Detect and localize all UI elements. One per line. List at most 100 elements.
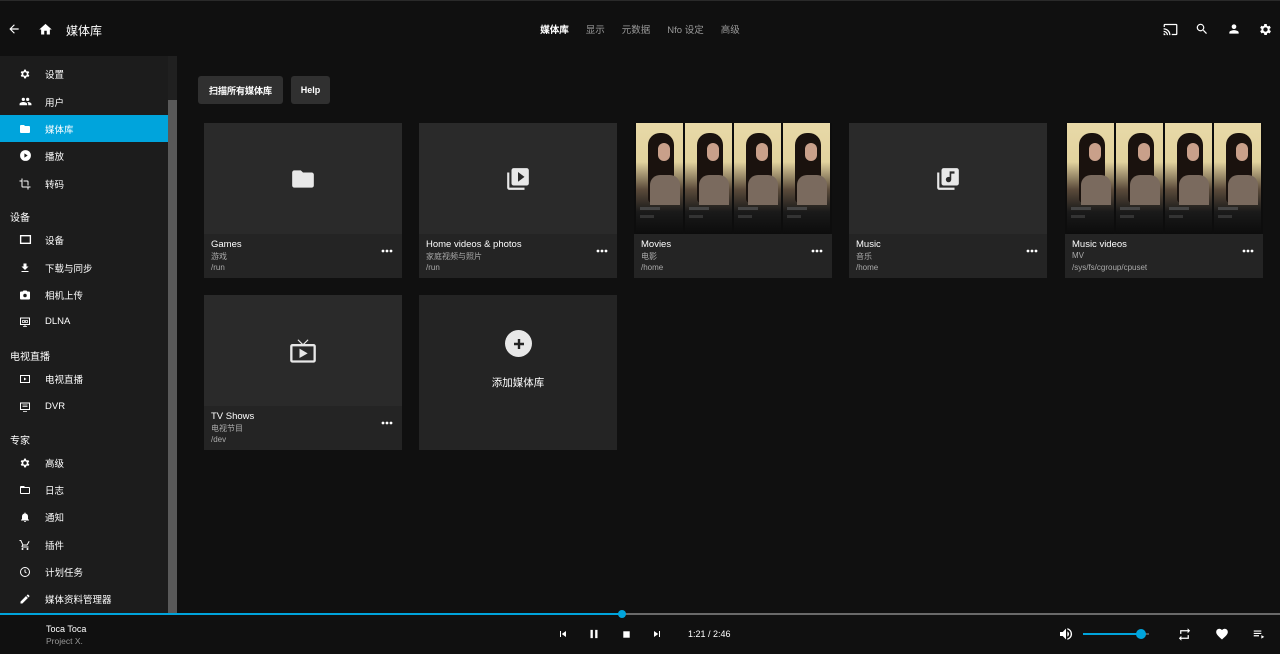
sidebar-item-label: 播放	[45, 151, 65, 163]
more-options-icon[interactable]	[595, 246, 609, 256]
sidebar-item-logs[interactable]: 日志	[0, 476, 168, 503]
sidebar-item-settings[interactable]: 设置	[0, 60, 168, 87]
more-options-icon[interactable]	[380, 246, 394, 256]
sidebar-item-label: DVR	[45, 401, 66, 412]
volume-slider[interactable]	[1083, 629, 1149, 639]
tv-icon	[289, 337, 317, 365]
previous-track-icon[interactable]	[555, 626, 571, 642]
sidebar-item-label: 通知	[45, 512, 65, 524]
stop-icon[interactable]	[618, 626, 634, 642]
library-title: Movies	[641, 239, 672, 250]
more-options-icon[interactable]	[1241, 246, 1255, 256]
library-type: 电影	[641, 252, 657, 261]
library-card-movies[interactable]: Movies 电影 /home	[634, 123, 832, 278]
page-title: 媒体库	[66, 24, 103, 38]
sidebar-item-download-sync[interactable]: 下载与同步	[0, 254, 168, 281]
sidebar-item-label: 计划任务	[45, 567, 84, 579]
sidebar-item-plugins[interactable]: 插件	[0, 531, 168, 558]
library-image	[204, 295, 402, 406]
sidebar-item-label: 设置	[45, 69, 65, 81]
now-playing-artist[interactable]: Project X.	[46, 636, 83, 646]
folder-icon	[18, 122, 32, 136]
library-path: /run	[426, 263, 440, 272]
sidebar-item-advanced[interactable]: 高级	[0, 449, 168, 476]
sidebar-item-label: 用户	[45, 97, 65, 109]
add-library-card[interactable]: 添加媒体库	[419, 295, 617, 450]
library-type: 家庭视频与照片	[426, 252, 482, 261]
home-icon[interactable]	[35, 19, 55, 39]
search-icon[interactable]	[1192, 19, 1212, 39]
movie-poster-strip	[636, 123, 830, 234]
tab-metadata[interactable]: 元数据	[622, 22, 651, 36]
sidebar-item-label: 高级	[45, 458, 65, 470]
favorite-heart-icon[interactable]	[1214, 626, 1230, 642]
sidebar-item-camera-upload[interactable]: 相机上传	[0, 281, 168, 308]
settings-icon[interactable]	[1255, 19, 1275, 39]
sidebar-item-label: 相机上传	[45, 290, 84, 302]
tab-library[interactable]: 媒体库	[540, 22, 569, 36]
sidebar-item-label: 媒体库	[45, 124, 74, 136]
more-options-icon[interactable]	[380, 418, 394, 428]
more-options-icon[interactable]	[1025, 246, 1039, 256]
help-button[interactable]: Help	[291, 76, 330, 104]
library-card-music[interactable]: Music 音乐 /home	[849, 123, 1047, 278]
sidebar-item-dvr[interactable]: DVR	[0, 393, 168, 420]
sidebar-item-playback[interactable]: 播放	[0, 142, 168, 169]
library-path: /sys/fs/cgroup/cpuset	[1072, 263, 1148, 272]
library-path: /run	[211, 263, 225, 272]
library-card-music-videos[interactable]: Music videos MV /sys/fs/cgroup/cpuset	[1065, 123, 1263, 278]
repeat-icon[interactable]	[1176, 626, 1192, 642]
library-card-tv-shows[interactable]: TV Shows 电视节目 /dev	[204, 295, 402, 450]
library-info: Music 音乐 /home	[849, 234, 1047, 278]
sidebar-item-scheduled-tasks[interactable]: 计划任务	[0, 558, 168, 585]
library-type: MV	[1072, 251, 1084, 260]
tab-advanced[interactable]: 高级	[721, 22, 740, 36]
progress-fill	[0, 613, 623, 615]
playback-time: 1:21 / 2:46	[688, 629, 731, 639]
library-title: TV Shows	[211, 411, 255, 422]
sidebar-item-devices[interactable]: 设备	[0, 226, 168, 253]
library-card-games[interactable]: Games 游戏 /run	[204, 123, 402, 278]
add-library-label: 添加媒体库	[491, 377, 545, 389]
play-circle-icon	[18, 149, 32, 163]
library-card-home-videos[interactable]: Home videos & photos 家庭视频与照片 /run	[419, 123, 617, 278]
sidebar-item-users[interactable]: 用户	[0, 88, 168, 115]
sidebar-item-library[interactable]: 媒体库	[0, 115, 168, 142]
sidebar-item-live-tv[interactable]: 电视直播	[0, 365, 168, 392]
library-image	[634, 123, 832, 234]
playback-progress-slider[interactable]	[0, 610, 1280, 618]
sidebar-item-metadata-manager[interactable]: 媒体资料管理器	[0, 585, 168, 612]
back-arrow-icon[interactable]	[4, 19, 24, 39]
tab-nfo-settings[interactable]: Nfo 设定	[667, 22, 703, 36]
dvr-icon	[18, 400, 32, 414]
next-track-icon[interactable]	[649, 626, 665, 642]
sidebar-scrollbar[interactable]	[168, 56, 177, 614]
queue-list-icon[interactable]	[1251, 626, 1267, 642]
sidebar-item-transcode[interactable]: 转码	[0, 170, 168, 197]
volume-icon[interactable]	[1058, 626, 1074, 642]
library-image	[1065, 123, 1263, 234]
scan-all-libraries-button[interactable]: 扫描所有媒体库	[198, 76, 283, 104]
app-header: 媒体库 媒体库 显示 元数据 Nfo 设定 高级	[0, 0, 1280, 56]
user-icon[interactable]	[1224, 19, 1244, 39]
sidebar-item-label: 日志	[45, 485, 65, 497]
gear-icon	[18, 67, 32, 81]
camera-icon	[18, 288, 32, 302]
music-video-poster-strip	[1067, 123, 1261, 234]
now-playing-title[interactable]: Toca Toca	[46, 624, 86, 634]
pencil-icon	[18, 592, 32, 606]
tab-display[interactable]: 显示	[586, 22, 605, 36]
folder-outline-icon	[18, 483, 32, 497]
pause-icon[interactable]	[586, 626, 602, 642]
sidebar-item-dlna[interactable]: DLNA	[0, 308, 168, 335]
sidebar-section-live-tv: 电视直播	[10, 352, 50, 363]
scrollbar-thumb[interactable]	[168, 100, 177, 614]
library-info: Home videos & photos 家庭视频与照片 /run	[419, 234, 617, 278]
sidebar-item-label: DLNA	[45, 316, 71, 327]
sidebar-item-label: 设备	[45, 235, 65, 247]
library-type: 音乐	[856, 252, 872, 261]
sidebar-item-notifications[interactable]: 通知	[0, 503, 168, 530]
cast-icon[interactable]	[1160, 19, 1180, 39]
library-image	[204, 123, 402, 234]
more-options-icon[interactable]	[810, 246, 824, 256]
